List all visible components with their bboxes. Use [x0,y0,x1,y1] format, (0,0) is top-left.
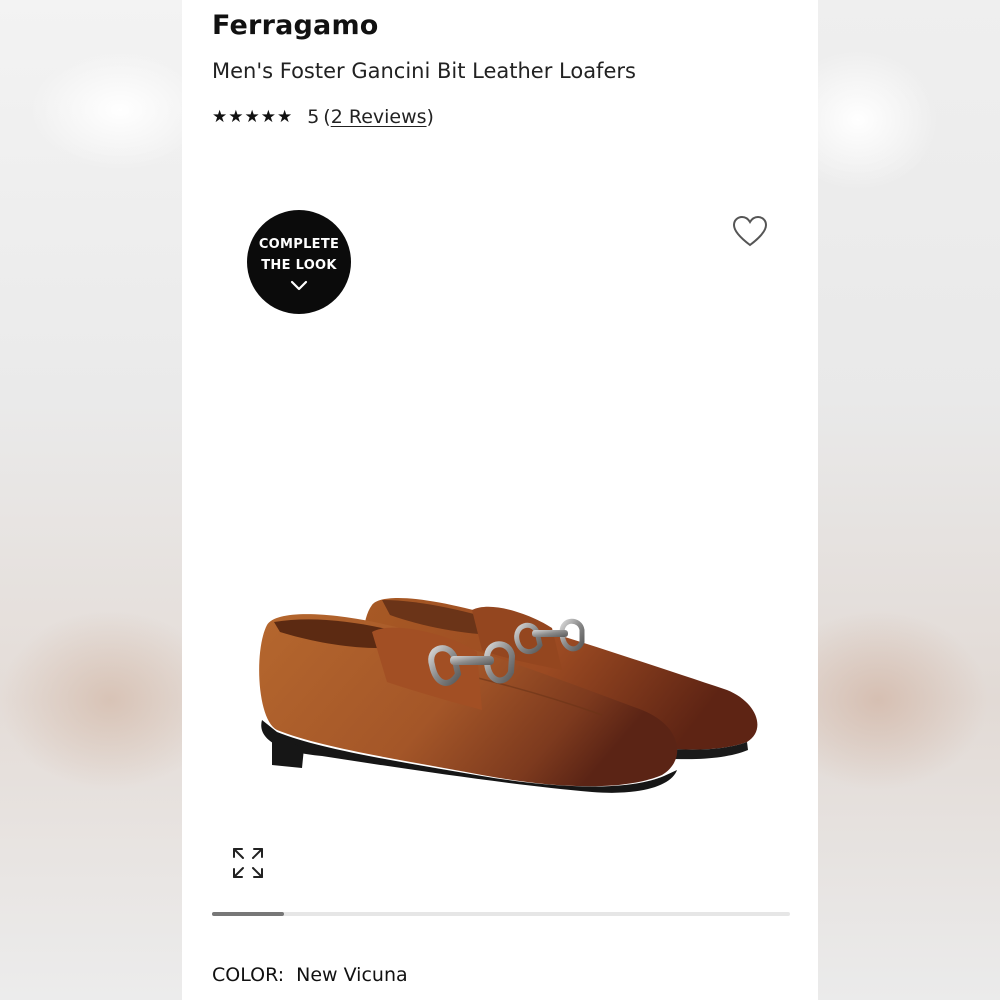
complete-look-line1: COMPLETE [258,236,340,252]
complete-look-line2: THE LOOK [261,257,337,273]
rating-value: 5 [307,106,320,128]
color-label: COLOR: [212,964,285,986]
rating-open-paren: ( [323,106,331,128]
chevron-down-icon [290,280,308,290]
complete-the-look-button[interactable]: COMPLETE THE LOOK [247,210,351,314]
blurred-backdrop-right [818,0,1000,1000]
image-carousel-progress [212,912,790,916]
blurred-backdrop-left [0,0,182,1000]
product-image-gallery[interactable]: COMPLETE THE LOOK [212,175,790,895]
product-page: Ferragamo Men's Foster Gancini Bit Leath… [182,0,818,1000]
rating-row: ★★★★★ 5 ( 2 Reviews ) [212,106,434,128]
heart-icon[interactable] [732,215,768,249]
brand-name[interactable]: Ferragamo [212,10,379,41]
rating-close-paren: ) [426,106,434,128]
color-selection: COLOR: New Vicuna [212,964,408,986]
reviews-link[interactable]: 2 Reviews [331,106,427,128]
color-value: New Vicuna [296,964,408,986]
product-image-loafers [259,597,758,793]
expand-icon[interactable] [230,845,266,881]
rating-stars: ★★★★★ [212,107,294,127]
product-title: Men's Foster Gancini Bit Leather Loafers [212,59,636,83]
image-carousel-progress-fill [212,912,285,916]
